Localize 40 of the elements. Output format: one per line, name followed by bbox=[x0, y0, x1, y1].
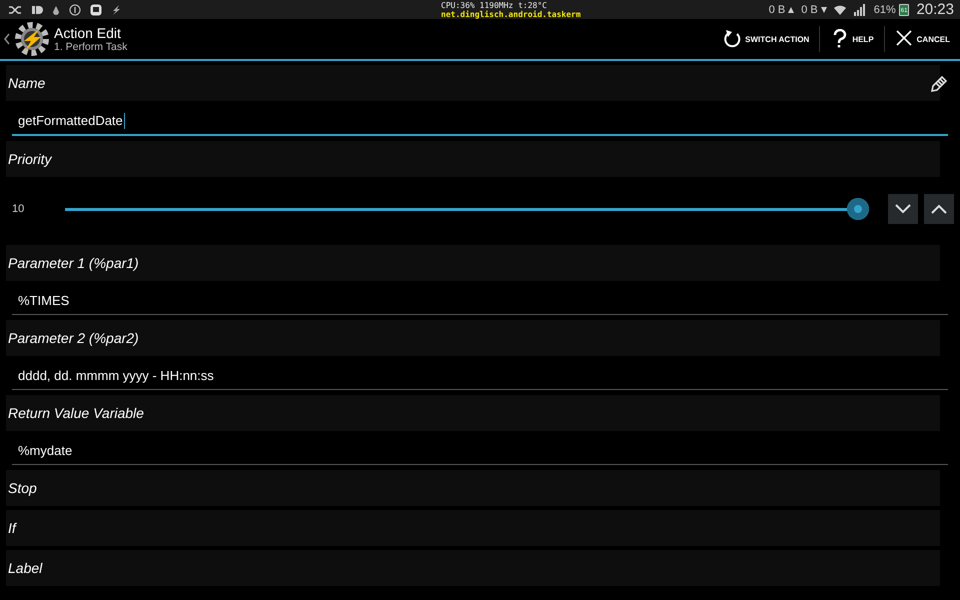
action-button[interactable]: CANCEL bbox=[884, 26, 960, 52]
bolt-icon bbox=[111, 4, 121, 16]
screen-subtitle: 1. Perform Task bbox=[54, 41, 128, 53]
info-icon bbox=[69, 4, 81, 16]
text-field[interactable]: dddd, dd. mmmm yyyy - HH:nn:ss bbox=[12, 362, 948, 390]
slider-thumb[interactable] bbox=[847, 198, 869, 220]
clock-time: 20:23 bbox=[916, 1, 954, 18]
shuffle-icon bbox=[8, 4, 22, 16]
decrease-button[interactable] bbox=[888, 194, 918, 224]
action-button[interactable]: HELP bbox=[820, 26, 884, 52]
section-label: Parameter 2 (%par2) bbox=[7, 330, 139, 346]
action-button[interactable]: SWITCH ACTION bbox=[713, 26, 820, 52]
rotate-icon bbox=[723, 29, 742, 49]
drop-icon bbox=[52, 4, 60, 16]
back-caret-icon bbox=[4, 33, 10, 45]
slider-value: 10 bbox=[11, 203, 26, 215]
section-label: Stop bbox=[7, 480, 37, 496]
text-field[interactable]: %mydate bbox=[12, 437, 948, 465]
chevron-down-icon bbox=[895, 204, 911, 214]
screen-title: Action Edit bbox=[54, 25, 122, 41]
gear-bolt-icon bbox=[14, 21, 50, 57]
down-arrow-icon bbox=[820, 6, 827, 12]
text-field[interactable]: %TIMES bbox=[12, 287, 948, 315]
up-arrow-icon bbox=[788, 6, 794, 12]
section-label: Name bbox=[7, 75, 46, 91]
cpu-text: CPU:36% 1190MHz t:28°C bbox=[441, 0, 548, 10]
section-label: Return Value Variable bbox=[7, 405, 144, 421]
battery-percent: 61% bbox=[874, 4, 896, 16]
section-label: Label bbox=[7, 560, 42, 576]
text-field[interactable]: getFormattedDate bbox=[12, 107, 948, 136]
section-label: If bbox=[7, 520, 16, 536]
increase-button[interactable] bbox=[924, 194, 954, 224]
chevron-up-icon bbox=[931, 204, 947, 214]
wifi-icon bbox=[834, 4, 846, 16]
section-label: Parameter 1 (%par1) bbox=[7, 255, 139, 271]
package-text: net.dinglisch.android.taskerm bbox=[441, 10, 582, 18]
upload-text: 0 B bbox=[768, 4, 786, 16]
signal-icon bbox=[852, 4, 867, 16]
download-text: 0 B bbox=[801, 4, 818, 16]
section-label: Priority bbox=[7, 151, 52, 167]
